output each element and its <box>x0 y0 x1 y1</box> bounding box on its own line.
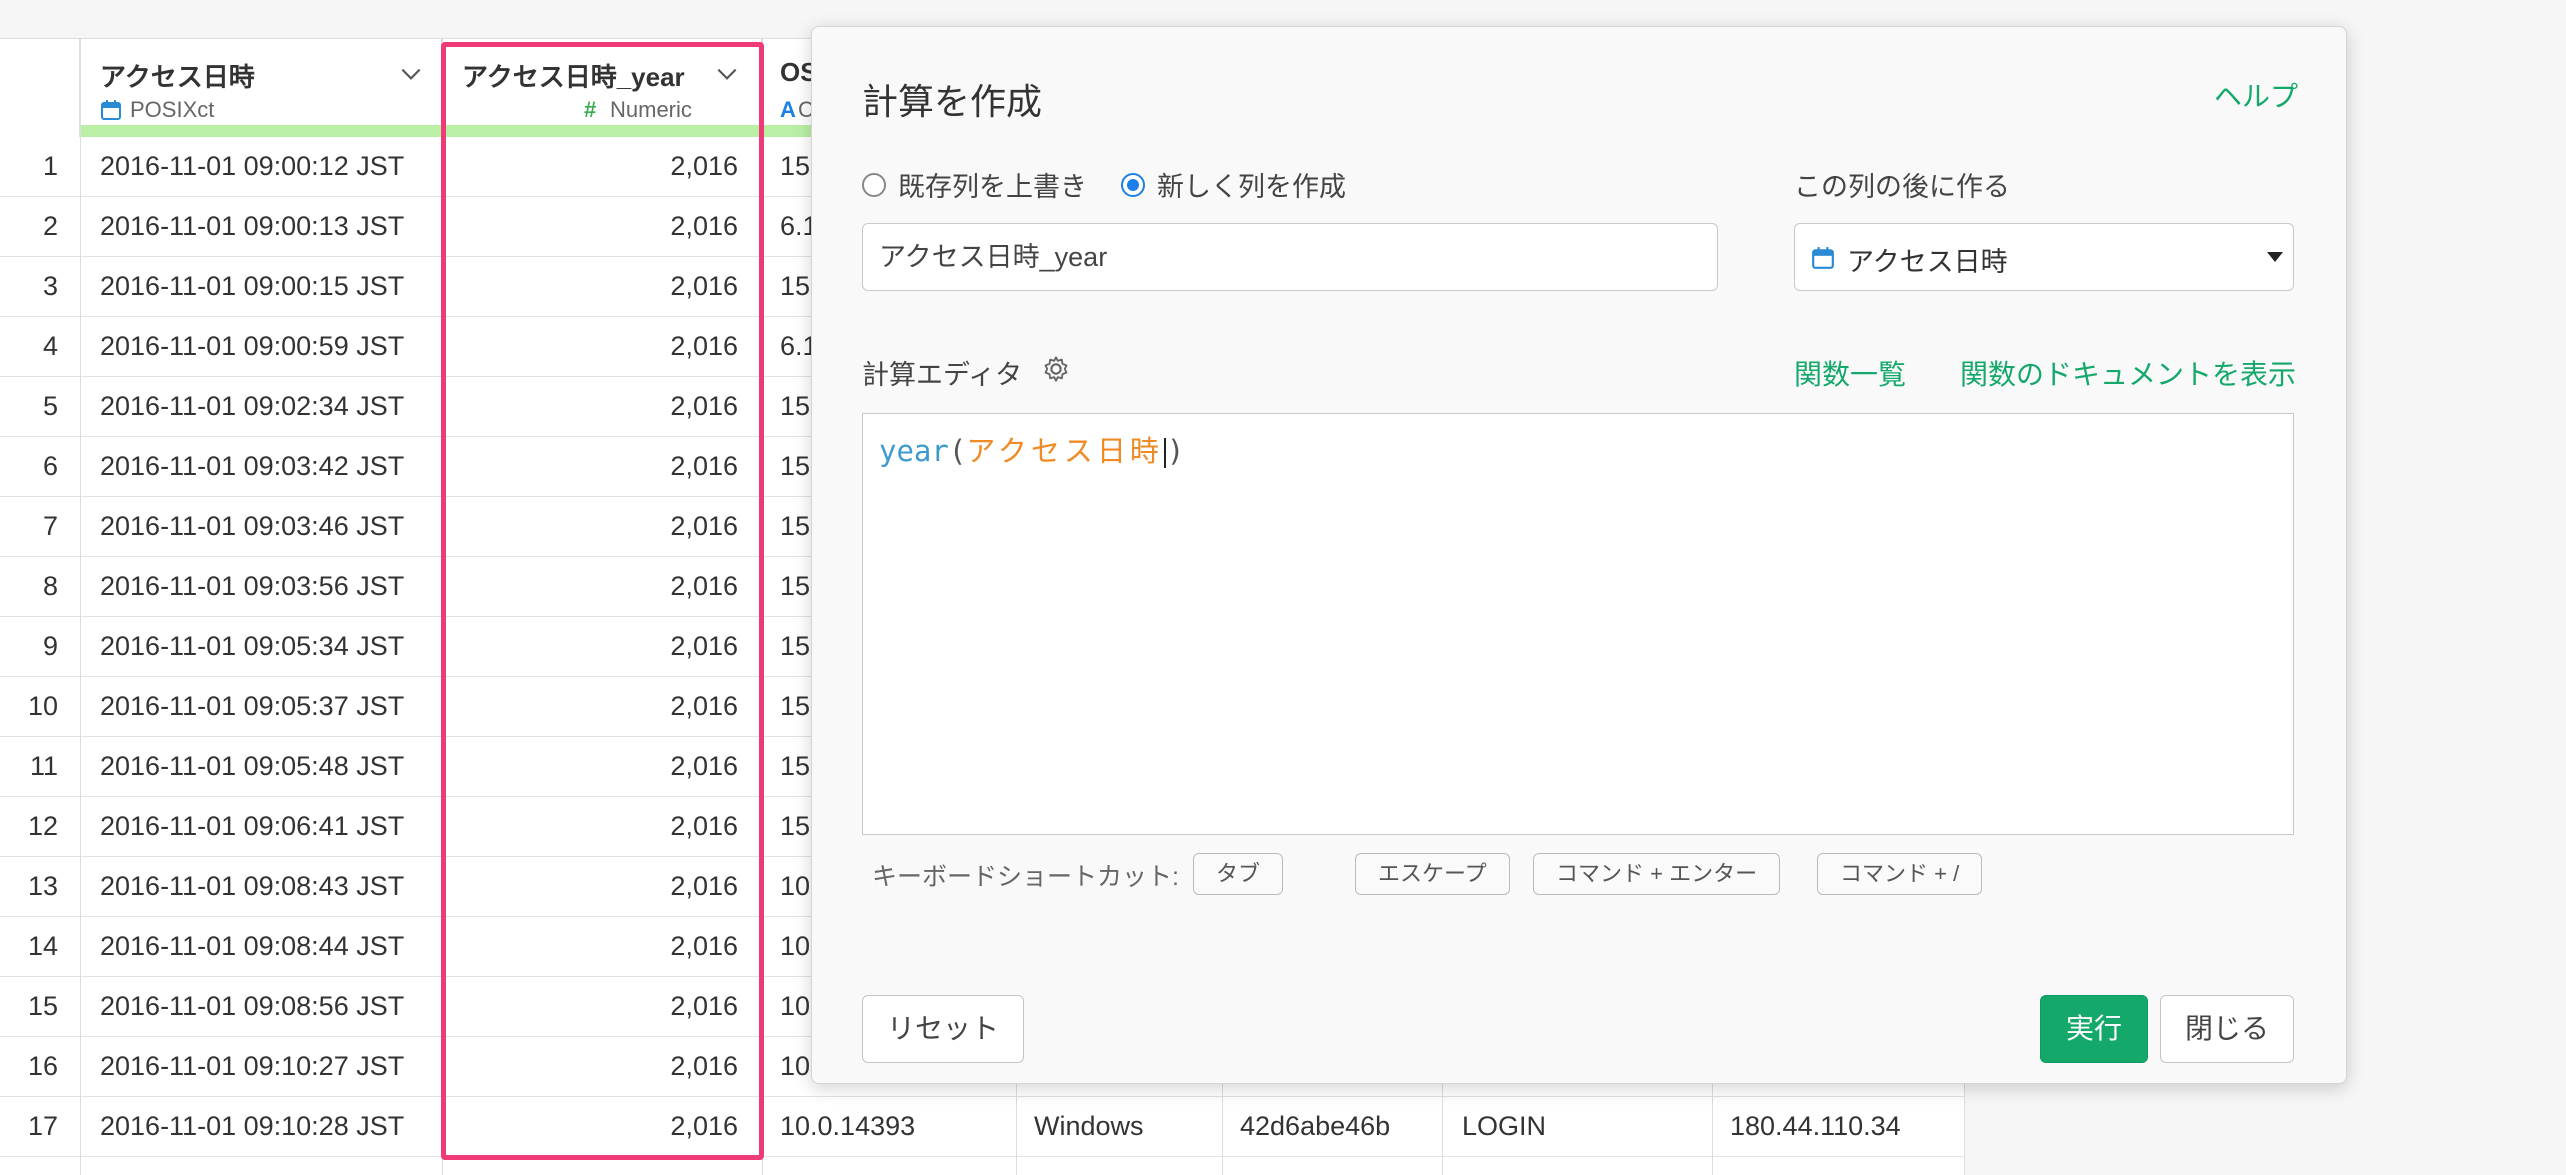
row-number-header <box>0 39 80 137</box>
cell-os: 15 <box>780 751 811 781</box>
cell-year: 2,016 <box>670 691 738 721</box>
chevron-down-icon[interactable] <box>714 61 740 87</box>
cell-os: 15 <box>780 271 811 301</box>
cell-year: 2,016 <box>670 331 738 361</box>
new-column-radio[interactable] <box>1121 172 1145 197</box>
calendar-icon <box>101 100 121 120</box>
close-button[interactable]: 閉じる <box>2160 995 2294 1063</box>
cell-os: 15 <box>780 691 811 721</box>
shortcut-label: キーボードショートカット: <box>872 863 1179 891</box>
cell-year: 2,016 <box>670 811 738 841</box>
calendar-icon <box>1812 247 1834 269</box>
text-A-icon: A <box>780 97 796 122</box>
editor-label: 計算エディタ <box>862 360 1023 390</box>
insert-after-label: この列の後に作る <box>1794 172 2010 202</box>
gear-icon[interactable] <box>1042 355 1070 383</box>
run-button[interactable]: 実行 <box>2040 995 2148 1063</box>
column-type: Numeric <box>610 97 692 122</box>
hash-icon: # <box>584 97 597 122</box>
column-name: アクセス日時_year <box>462 62 685 92</box>
cell-event: LOGIN <box>1462 1111 1547 1141</box>
table-row: 17 2016-11-01 09:10:28 JST 2,016 10.0.14393… <box>0 1097 1965 1157</box>
code-column-ref: アクセス日時 <box>966 434 1163 468</box>
cell-year: 2,016 <box>670 271 738 301</box>
create-calculation-dialog: 計算を作成 ヘルプ 既存列を上書き 新しく列を作成 この列の後に作る アクセス日… <box>811 26 2347 1084</box>
shortcut-key: コマンド + / <box>1817 853 1983 895</box>
help-link[interactable]: ヘルプ <box>2214 75 2298 115</box>
cell-os: 10 <box>780 931 811 961</box>
shortcut-key: エスケープ <box>1355 853 1510 895</box>
cell-year: 2,016 <box>670 451 738 481</box>
column-name: アクセス日時 <box>100 62 255 92</box>
cell-year: 2,016 <box>670 151 738 181</box>
cell-os: 15 <box>780 151 811 181</box>
cell-year: 2,016 <box>670 571 738 601</box>
dialog-title: 計算を作成 <box>862 81 1043 122</box>
cell-platform: Windows <box>1034 1111 1144 1141</box>
cell-os: 15 <box>780 571 811 601</box>
caret-down-icon <box>2267 252 2283 262</box>
shortcut-key: タブ <box>1193 853 1284 895</box>
column-name-input[interactable]: アクセス日時_year <box>862 223 1718 291</box>
code-close-paren: ) <box>1166 434 1185 468</box>
cell-os: 15 <box>780 391 811 421</box>
cell-os: 10 <box>780 991 811 1021</box>
function-list-link[interactable]: 関数一覧 <box>1794 353 1906 393</box>
cell-year: 2,016 <box>670 1051 738 1081</box>
cell-year: 2,016 <box>670 391 738 421</box>
cell-os: 10 <box>780 871 811 901</box>
overwrite-radio-label[interactable]: 既存列を上書き <box>898 165 1087 204</box>
function-doc-link[interactable]: 関数のドキュメントを表示 <box>1960 353 2296 393</box>
reset-button[interactable]: リセット <box>862 995 1024 1063</box>
text-cursor <box>1163 438 1166 468</box>
cell-os: 15 <box>780 511 811 541</box>
cell-year: 2,016 <box>670 511 738 541</box>
cell-os: 10.0.14393 <box>780 1111 916 1141</box>
cell-os: 15 <box>780 631 811 661</box>
cell-id: 42d6abe46b <box>1240 1111 1391 1141</box>
new-column-radio-label[interactable]: 新しく列を作成 <box>1157 165 1346 204</box>
code-open-paren: ( <box>948 434 967 468</box>
column-type: POSIXct <box>130 97 215 122</box>
column-header-year[interactable]: アクセス日時_year # Numeric <box>442 39 762 137</box>
cell-ip: 180.44.110.34 <box>1730 1111 1901 1141</box>
code-line: year(アクセス日時) <box>879 428 1184 470</box>
cell-year: 2,016 <box>670 1111 738 1141</box>
cell-os: 15 <box>780 451 811 481</box>
column-mode-radio-group: 既存列を上書き 新しく列を作成 <box>862 165 1380 204</box>
calculation-editor[interactable]: year(アクセス日時) <box>862 413 2294 835</box>
cell-year: 2,016 <box>670 751 738 781</box>
code-function: year <box>879 434 949 468</box>
cell-year: 2,016 <box>670 631 738 661</box>
cell-os: 10 <box>780 1051 811 1081</box>
insert-after-select[interactable]: アクセス日時 <box>1794 223 2294 291</box>
insert-after-value: アクセス日時 <box>1847 247 2008 277</box>
cell-os: 15 <box>780 811 811 841</box>
overwrite-radio[interactable] <box>862 172 886 197</box>
cell-year: 2,016 <box>670 991 738 1021</box>
column-header-datetime[interactable]: アクセス日時 POSIXct <box>80 39 442 137</box>
chevron-down-icon[interactable] <box>398 61 424 87</box>
cell-year: 2,016 <box>670 931 738 961</box>
cell-year: 2,016 <box>670 871 738 901</box>
cell-year: 2,016 <box>670 211 738 241</box>
shortcut-key: コマンド + エンター <box>1533 853 1781 895</box>
